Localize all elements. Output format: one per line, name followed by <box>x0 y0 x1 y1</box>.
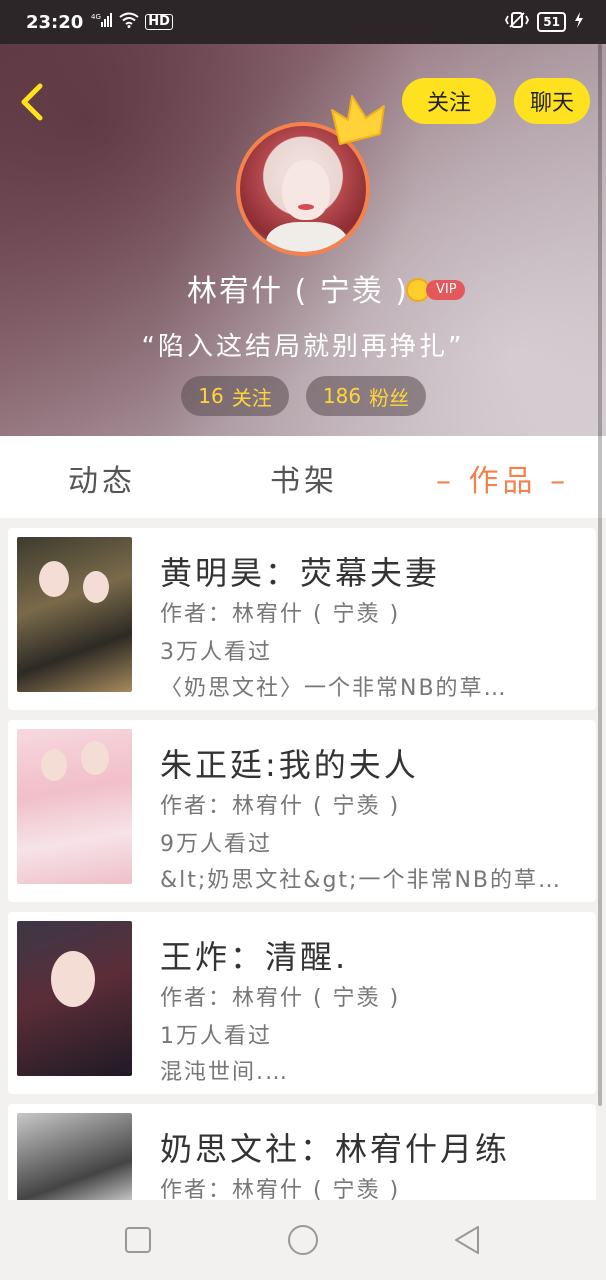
fans-stat[interactable]: 186 粉丝 <box>306 376 426 416</box>
back-arrow-icon <box>21 83 43 121</box>
tab-dynamic[interactable]: 动态 <box>68 456 136 500</box>
home-button[interactable] <box>285 1222 321 1258</box>
book-title: 奶思文社：林宥什月练 <box>160 1130 511 1168</box>
book-title: 朱正廷:我的夫人 <box>160 746 419 784</box>
list-item[interactable]: 奶思文社：林宥什月练 作者：林宥什 ( 宁羡 ) <box>8 1104 596 1200</box>
works-list[interactable]: 黄明昊：荧幕夫妻 作者：林宥什 ( 宁羡 ) 3万人看过 〈奶思文社〉一个非常N… <box>8 528 596 1200</box>
username-text: 林宥什 ( 宁羡 ) <box>186 274 410 309</box>
wifi-icon <box>119 12 139 32</box>
following-label: 关注 <box>231 385 272 410</box>
avatar-body <box>266 222 348 252</box>
tab-shelf[interactable]: 书架 <box>270 456 338 500</box>
book-views: 1万人看过 <box>160 1024 272 1049</box>
navigation-bar <box>0 1200 606 1280</box>
charging-icon <box>574 12 584 32</box>
cover-figure <box>81 741 109 775</box>
vibrate-icon <box>505 11 530 33</box>
book-cover <box>17 729 132 884</box>
following-count: 16 <box>198 384 224 408</box>
fans-label: 粉丝 <box>369 385 410 410</box>
book-description: 〈奶思文社〉一个非常NB的草… <box>160 676 508 701</box>
square-icon <box>125 1227 151 1253</box>
profile-tabs: 动态 书架 – 作品 – <box>0 436 606 518</box>
list-item[interactable]: 朱正廷:我的夫人 作者：林宥什 ( 宁羡 ) 9万人看过 &lt;奶思文社&gt… <box>8 720 596 902</box>
status-bar: 23:20 4G HD 51 <box>0 0 606 44</box>
fans-count: 186 <box>322 384 362 408</box>
avatar-lips <box>298 204 314 210</box>
hd-icon: HD <box>145 14 173 30</box>
following-stat[interactable]: 16 关注 <box>181 376 289 416</box>
book-description: 混沌世间.… <box>160 1060 289 1085</box>
battery-indicator: 51 <box>537 12 566 32</box>
circle-icon <box>288 1225 318 1255</box>
back-nav-button[interactable] <box>450 1222 486 1258</box>
book-author: 作者：林宥什 ( 宁羡 ) <box>160 986 401 1011</box>
vip-badge[interactable]: VIP <box>406 278 465 302</box>
cover-figure <box>51 951 95 1007</box>
book-title: 黄明昊：荧幕夫妻 <box>160 554 441 592</box>
signal-icon: 4G <box>91 12 113 32</box>
avatar-face <box>282 160 330 220</box>
cover-figure <box>83 571 109 603</box>
triangle-back-icon <box>455 1226 479 1254</box>
status-icons: 4G HD <box>91 12 173 32</box>
username: 林宥什 ( 宁羡 ) <box>0 266 606 310</box>
book-views: 9万人看过 <box>160 832 272 857</box>
follow-button[interactable]: 关注 <box>402 78 496 124</box>
book-author: 作者：林宥什 ( 宁羡 ) <box>160 794 401 819</box>
book-author: 作者：林宥什 ( 宁羡 ) <box>160 602 401 627</box>
svg-text:4G: 4G <box>91 13 101 21</box>
cover-figure <box>39 561 69 597</box>
book-cover <box>17 537 132 692</box>
tab-works[interactable]: – 作品 – <box>436 456 569 500</box>
chat-button[interactable]: 聊天 <box>514 78 590 124</box>
book-cover <box>17 921 132 1076</box>
book-title: 王炸：清醒. <box>160 938 349 976</box>
profile-header: 关注 聊天 林宥什 ( 宁羡 ) VIP “陷入这结局就别再挣扎” 16 关注 … <box>0 44 606 436</box>
list-item[interactable]: 黄明昊：荧幕夫妻 作者：林宥什 ( 宁羡 ) 3万人看过 〈奶思文社〉一个非常N… <box>8 528 596 710</box>
crown-icon <box>326 90 392 150</box>
book-description: &lt;奶思文社&gt;一个非常NB的草… <box>160 868 563 893</box>
vip-label: VIP <box>426 280 465 300</box>
back-button[interactable] <box>14 80 54 124</box>
book-views: 3万人看过 <box>160 640 272 665</box>
book-author: 作者：林宥什 ( 宁羡 ) <box>160 1178 401 1200</box>
book-cover <box>17 1113 132 1200</box>
cover-figure <box>41 749 67 781</box>
status-time: 23:20 <box>26 11 84 33</box>
scrollbar[interactable] <box>598 44 602 1106</box>
user-bio: “陷入这结局就别再挣扎” <box>141 332 465 362</box>
status-right: 51 <box>505 11 584 33</box>
list-item[interactable]: 王炸：清醒. 作者：林宥什 ( 宁羡 ) 1万人看过 混沌世间.… <box>8 912 596 1094</box>
recent-apps-button[interactable] <box>120 1222 156 1258</box>
